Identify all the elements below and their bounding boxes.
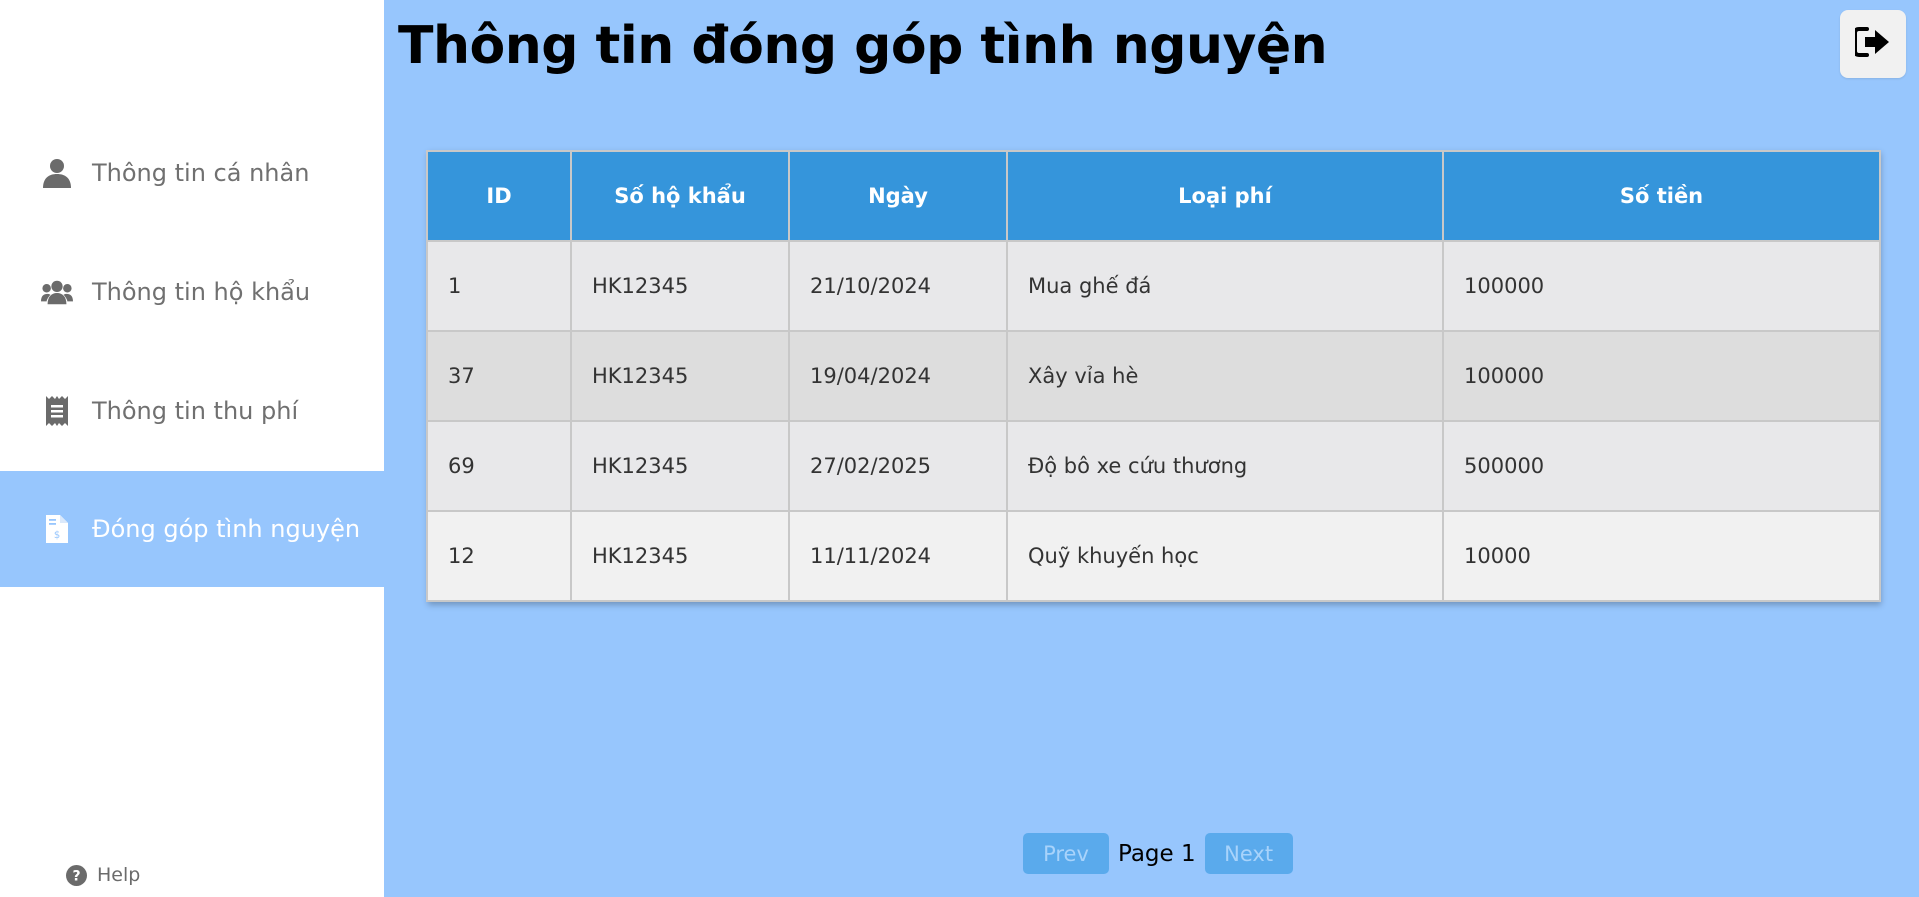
sidebar-item-fee-info[interactable]: Thông tin thu phí	[0, 353, 384, 469]
help-link[interactable]: ? Help	[66, 864, 140, 886]
sidebar: Thông tin cá nhân Thông tin hộ khẩu Thôn…	[0, 0, 384, 897]
cell-amount: 500000	[1442, 420, 1881, 512]
sidebar-item-label: Đóng góp tình nguyện	[92, 515, 361, 543]
column-header-id[interactable]: ID	[426, 150, 572, 242]
help-label: Help	[97, 864, 141, 886]
sidebar-item-label: Thông tin thu phí	[92, 397, 299, 425]
sidebar-item-label: Thông tin hộ khẩu	[92, 278, 311, 306]
cell-fee-type: Độ bô xe cứu thương	[1006, 420, 1444, 512]
cell-household-number: HK12345	[570, 240, 790, 332]
cell-amount: 100000	[1442, 330, 1881, 422]
pagination: Prev Page 1 Next	[1023, 833, 1293, 874]
svg-text:$: $	[54, 530, 60, 541]
receipt-icon	[41, 395, 73, 427]
logout-button[interactable]	[1840, 10, 1906, 78]
cell-fee-type: Mua ghế đá	[1006, 240, 1444, 332]
sidebar-item-volunteer-contribution[interactable]: $ Đóng góp tình nguyện	[0, 471, 384, 587]
users-icon	[41, 276, 73, 308]
cell-id: 69	[426, 420, 572, 512]
sidebar-item-household-info[interactable]: Thông tin hộ khẩu	[0, 234, 384, 350]
cell-household-number: HK12345	[570, 420, 790, 512]
cell-fee-type: Quỹ khuyến học	[1006, 510, 1444, 602]
page-title: Thông tin đóng góp tình nguyện	[398, 16, 1328, 76]
table-row[interactable]: 69 HK12345 27/02/2025 Độ bô xe cứu thươn…	[426, 420, 1881, 512]
column-header-fee-type[interactable]: Loại phí	[1006, 150, 1444, 242]
cell-id: 12	[426, 510, 572, 602]
cell-id: 37	[426, 330, 572, 422]
column-header-amount[interactable]: Số tiền	[1442, 150, 1881, 242]
contribution-table: ID Số hộ khẩu Ngày Loại phí Số tiền 1 HK…	[426, 150, 1881, 602]
sidebar-item-personal-info[interactable]: Thông tin cá nhân	[0, 115, 384, 231]
table-row[interactable]: 1 HK12345 21/10/2024 Mua ghế đá 100000	[426, 240, 1881, 332]
user-icon	[41, 157, 73, 189]
prev-page-button[interactable]: Prev	[1023, 833, 1109, 874]
sign-out-icon	[1853, 27, 1891, 61]
cell-household-number: HK12345	[570, 510, 790, 602]
table-header-row: ID Số hộ khẩu Ngày Loại phí Số tiền	[426, 150, 1881, 242]
cell-date: 27/02/2025	[788, 420, 1008, 512]
table-row[interactable]: 12 HK12345 11/11/2024 Quỹ khuyến học 100…	[426, 510, 1881, 602]
column-header-date[interactable]: Ngày	[788, 150, 1008, 242]
cell-household-number: HK12345	[570, 330, 790, 422]
cell-date: 21/10/2024	[788, 240, 1008, 332]
page-indicator: Page 1	[1118, 840, 1196, 867]
table-row[interactable]: 37 HK12345 19/04/2024 Xây vỉa hè 100000	[426, 330, 1881, 422]
next-page-button[interactable]: Next	[1204, 833, 1293, 874]
cell-date: 19/04/2024	[788, 330, 1008, 422]
svg-text:?: ?	[72, 868, 80, 884]
sidebar-item-label: Thông tin cá nhân	[92, 159, 310, 187]
cell-fee-type: Xây vỉa hè	[1006, 330, 1444, 422]
cell-id: 1	[426, 240, 572, 332]
cell-date: 11/11/2024	[788, 510, 1008, 602]
invoice-dollar-icon: $	[41, 513, 73, 545]
question-circle-icon: ?	[66, 864, 87, 886]
column-header-household-number[interactable]: Số hộ khẩu	[570, 150, 790, 242]
cell-amount: 100000	[1442, 240, 1881, 332]
cell-amount: 10000	[1442, 510, 1881, 602]
